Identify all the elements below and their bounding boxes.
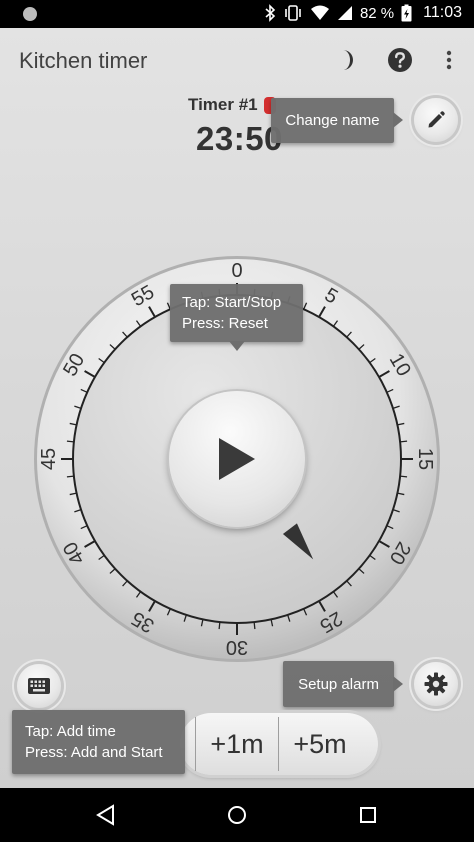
add-time-tooltip-line1: Tap: Add time (25, 723, 116, 740)
start-stop-button[interactable] (169, 391, 305, 527)
keyboard-icon (28, 678, 50, 694)
dial-minor-tick (66, 440, 74, 443)
add-time-tooltip: Tap: Add time Press: Add and Start (12, 710, 185, 774)
pencil-icon (428, 111, 445, 128)
status-icons: 82 % 11:03 (264, 4, 462, 22)
setup-alarm-tooltip: Setup alarm (283, 661, 403, 707)
night-mode-button[interactable] (331, 46, 359, 74)
clock: 11:03 (423, 4, 462, 21)
alarm-settings-button[interactable] (414, 662, 458, 706)
battery-charging-icon (401, 4, 412, 22)
edit-name-button[interactable] (414, 98, 458, 142)
signal-icon (337, 6, 352, 20)
app-title: Kitchen timer (19, 48, 148, 73)
dial-minor-tick (400, 475, 408, 478)
setup-alarm-tooltip-text: Setup alarm (298, 675, 379, 693)
tooltip-arrow-right (393, 676, 403, 692)
add-time-tooltip-line2: Press: Add and Start (25, 744, 163, 761)
keyboard-input-button[interactable] (17, 664, 61, 708)
more-options-button[interactable] (435, 46, 463, 74)
timer-name[interactable]: Timer #1 (188, 95, 258, 115)
change-name-tooltip: Change name (271, 98, 403, 143)
dial-minor-tick (66, 475, 74, 478)
dial-label: 30 (226, 636, 248, 658)
tooltip-arrow-right (393, 112, 403, 128)
vibrate-icon (285, 5, 301, 21)
notification-dot-icon (23, 7, 37, 21)
start-stop-tooltip-line2: Press: Reset (182, 315, 268, 332)
back-icon[interactable] (93, 802, 119, 828)
more-vert-icon (446, 50, 452, 70)
help-button[interactable] (386, 46, 414, 74)
change-name-tooltip-text: Change name (285, 112, 380, 129)
timer-remaining-time: 23:50 (196, 120, 283, 157)
dial-label: 45 (38, 448, 60, 470)
dial-label: 15 (414, 448, 436, 470)
dial-minor-tick (400, 440, 408, 443)
crescent-moon-icon (343, 50, 353, 70)
home-icon[interactable] (224, 802, 250, 828)
navigation-bar (0, 788, 474, 842)
dial-minor-tick (253, 622, 256, 630)
app-screen: Kitchen timer Timer #1 23:50 Change name (0, 28, 474, 788)
dial-minor-tick (218, 622, 221, 630)
add-1-minute-button[interactable]: +1m (196, 713, 278, 775)
bluetooth-icon (265, 4, 276, 22)
play-icon (219, 438, 255, 480)
wifi-icon (310, 5, 329, 20)
start-stop-tooltip-line1: Tap: Start/Stop (182, 294, 282, 311)
battery-percent: 82 % (359, 4, 395, 22)
gear-icon (424, 672, 448, 696)
add-5-minutes-button[interactable]: +5m (279, 713, 361, 775)
recents-icon[interactable] (355, 802, 381, 828)
help-circle-icon (388, 48, 412, 72)
tooltip-arrow-down (229, 341, 245, 351)
add-time-bar: +1m +5m (180, 713, 378, 775)
start-stop-tooltip: Tap: Start/Stop Press: Reset (170, 284, 303, 351)
dial-label: 0 (231, 260, 242, 282)
status-bar: 82 % 11:03 (0, 0, 474, 28)
